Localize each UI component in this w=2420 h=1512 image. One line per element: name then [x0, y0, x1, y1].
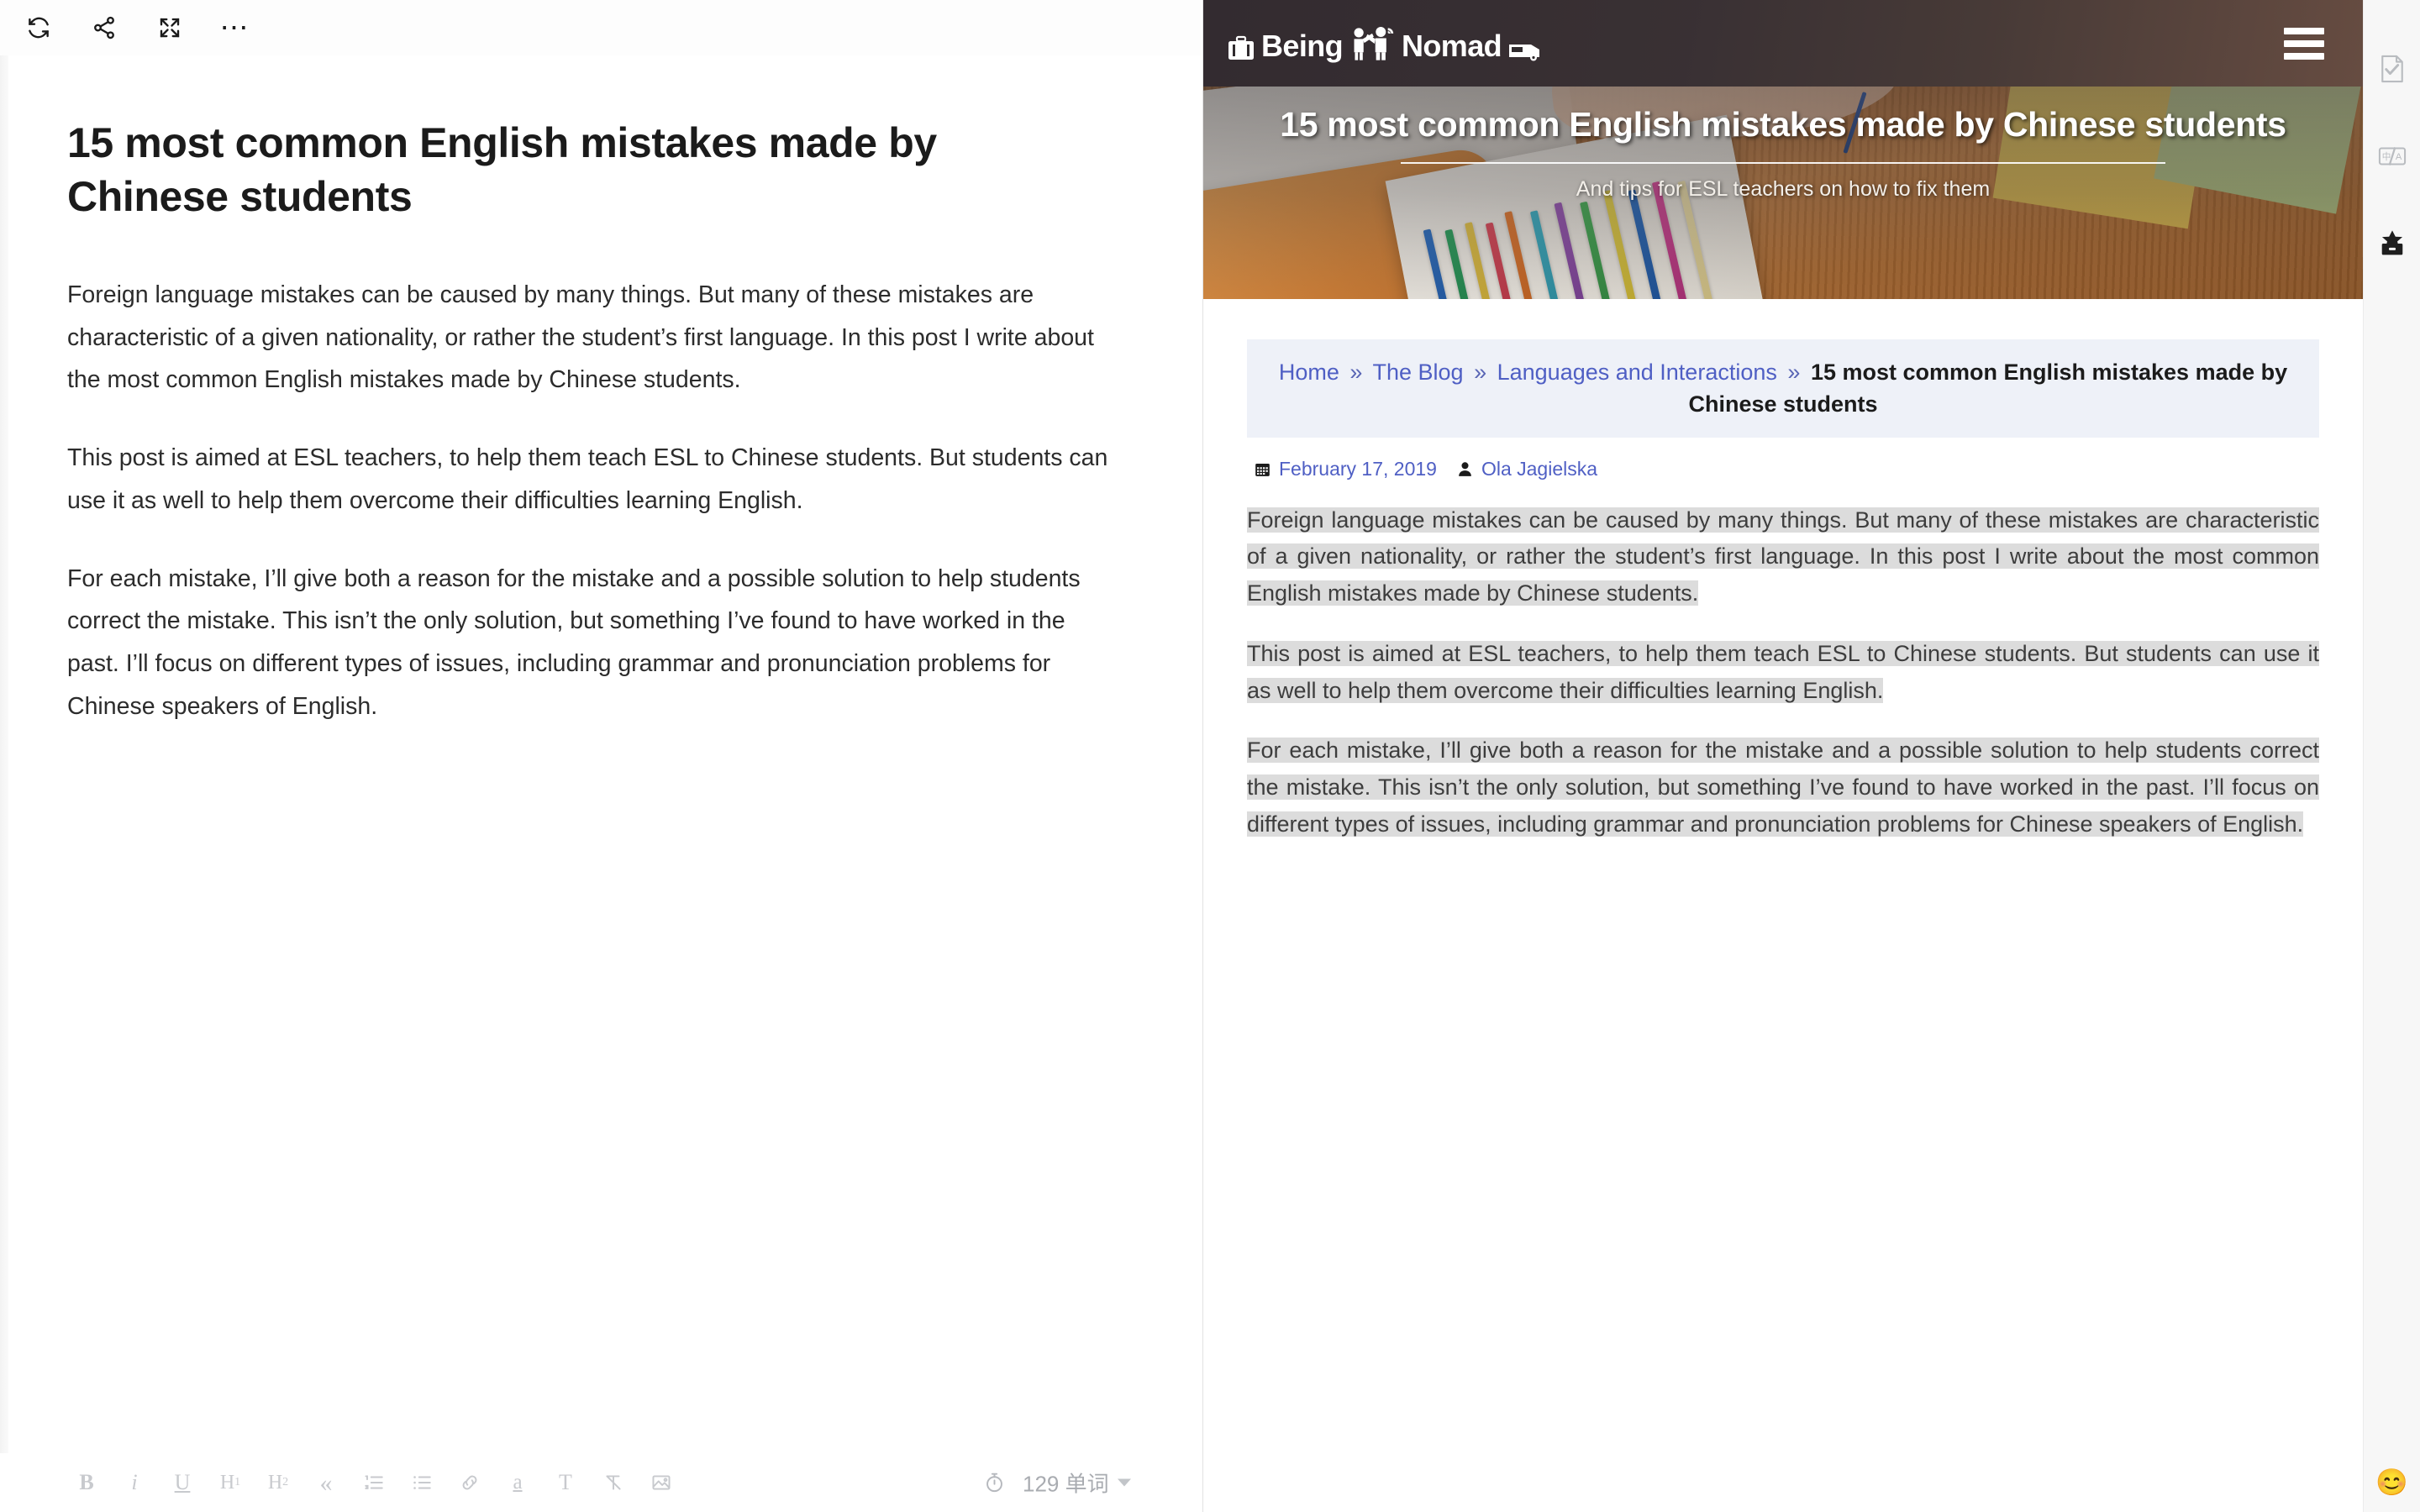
breadcrumb-separator: »	[1787, 360, 1801, 385]
people-icon	[1349, 26, 1396, 61]
svg-text:A: A	[2395, 152, 2402, 162]
site-logo[interactable]: Being Nomad	[1227, 26, 1543, 61]
post-author[interactable]: Ola Jagielska	[1481, 458, 1597, 480]
logo-text-nomad: Nomad	[1402, 28, 1502, 63]
right-icon-rail: 中 A 😊	[2363, 0, 2420, 1512]
breadcrumb-item-home[interactable]: Home	[1279, 360, 1339, 385]
breadcrumb-separator: »	[1349, 360, 1363, 385]
heading-1-button[interactable]: H1	[211, 1463, 250, 1502]
svg-text:中: 中	[2381, 151, 2391, 162]
underline-button[interactable]: U	[163, 1463, 202, 1502]
sync-icon[interactable]	[15, 4, 62, 51]
format-buttons: B i U H1 H2 « a T	[67, 1463, 681, 1502]
ordered-list-button[interactable]	[355, 1463, 393, 1502]
fullscreen-icon[interactable]	[146, 4, 193, 51]
document-title[interactable]: 15 most common English mistakes made by …	[67, 116, 1092, 223]
more-dots: ⋯	[219, 12, 251, 44]
editor-document[interactable]: 15 most common English mistakes made by …	[0, 55, 1202, 1453]
breadcrumb-item-languages[interactable]: Languages and Interactions	[1497, 360, 1777, 385]
hero-banner: 15 most common English mistakes made by …	[1203, 87, 2363, 299]
post-date[interactable]: February 17, 2019	[1279, 458, 1437, 480]
preview-paragraph: This post is aimed at ESL teachers, to h…	[1247, 636, 2319, 709]
document-paragraph[interactable]: Foreign language mistakes can be caused …	[67, 274, 1118, 402]
hero-divider	[1400, 162, 2166, 165]
preview-paragraph-text: For each mistake, I’ll give both a reaso…	[1247, 738, 2319, 837]
article-body: Home » The Blog » Languages and Interact…	[1203, 299, 2363, 1512]
camper-van-icon	[1507, 39, 1543, 61]
preview-paragraph: For each mistake, I’ll give both a reaso…	[1247, 732, 2319, 843]
breadcrumb-separator: »	[1474, 360, 1487, 385]
app-root: ⋯ 15 most common English mistakes made b…	[0, 0, 2420, 1512]
more-options-icon[interactable]: ⋯	[212, 4, 259, 51]
user-icon	[1456, 460, 1474, 478]
share-icon[interactable]	[81, 4, 128, 51]
hero-title: 15 most common English mistakes made by …	[1280, 105, 2286, 144]
editor-format-toolbar: B i U H1 H2 « a T 129 单词	[0, 1453, 1202, 1512]
heading-2-button[interactable]: H2	[259, 1463, 297, 1502]
preview-paragraph-text: This post is aimed at ESL teachers, to h…	[1247, 640, 2319, 703]
editor-status: 129 单词	[983, 1467, 1131, 1499]
editor-pane: ⋯ 15 most common English mistakes made b…	[0, 0, 1203, 1512]
clear-format-button[interactable]	[594, 1463, 633, 1502]
preview-paragraph-text: Foreign language mistakes can be caused …	[1247, 507, 2319, 606]
proofread-icon[interactable]	[2372, 49, 2412, 89]
text-color-button[interactable]: T	[546, 1463, 585, 1502]
document-paragraph[interactable]: For each mistake, I’ll give both a reaso…	[67, 558, 1118, 728]
editor-scroll-rail[interactable]	[0, 55, 8, 1512]
document-paragraph[interactable]: This post is aimed at ESL teachers, to h…	[67, 437, 1118, 522]
breadcrumb-current: 15 most common English mistakes made by …	[1688, 360, 2288, 417]
suitcase-icon	[1227, 34, 1255, 61]
preview-pane: Being Nomad 15 most common English mista…	[1203, 0, 2363, 1512]
preview-paragraph: Foreign language mistakes can be caused …	[1247, 502, 2319, 612]
breadcrumb-item-the-blog[interactable]: The Blog	[1372, 360, 1463, 385]
breadcrumb: Home » The Blog » Languages and Interact…	[1247, 339, 2319, 438]
timer-icon[interactable]	[983, 1472, 1006, 1494]
blockquote-button[interactable]: «	[307, 1463, 345, 1502]
hero-text: 15 most common English mistakes made by …	[1203, 87, 2363, 299]
chevron-down-icon[interactable]	[1117, 1478, 1131, 1487]
site-header: Being Nomad	[1203, 0, 2363, 87]
translate-icon[interactable]: 中 A	[2372, 136, 2412, 176]
hamburger-menu-icon[interactable]	[2284, 27, 2324, 60]
word-count-label: 129 单词	[1023, 1471, 1109, 1497]
bold-button[interactable]: B	[67, 1463, 106, 1502]
logo-text-being: Being	[1261, 28, 1344, 63]
toolbox-icon[interactable]	[2372, 223, 2412, 264]
unordered-list-button[interactable]	[402, 1463, 441, 1502]
insert-image-button[interactable]	[642, 1463, 681, 1502]
word-count[interactable]: 129 单词	[1023, 1467, 1131, 1499]
highlight-button[interactable]: a	[498, 1463, 537, 1502]
calendar-icon	[1254, 460, 1271, 478]
emoji-face-icon[interactable]: 😊	[2375, 1469, 2408, 1495]
post-meta: February 17, 2019 Ola Jagielska	[1254, 458, 2319, 480]
link-button[interactable]	[450, 1463, 489, 1502]
hero-subtitle: And tips for ESL teachers on how to fix …	[1576, 177, 1991, 202]
editor-top-toolbar: ⋯	[0, 0, 1202, 55]
italic-button[interactable]: i	[115, 1463, 154, 1502]
